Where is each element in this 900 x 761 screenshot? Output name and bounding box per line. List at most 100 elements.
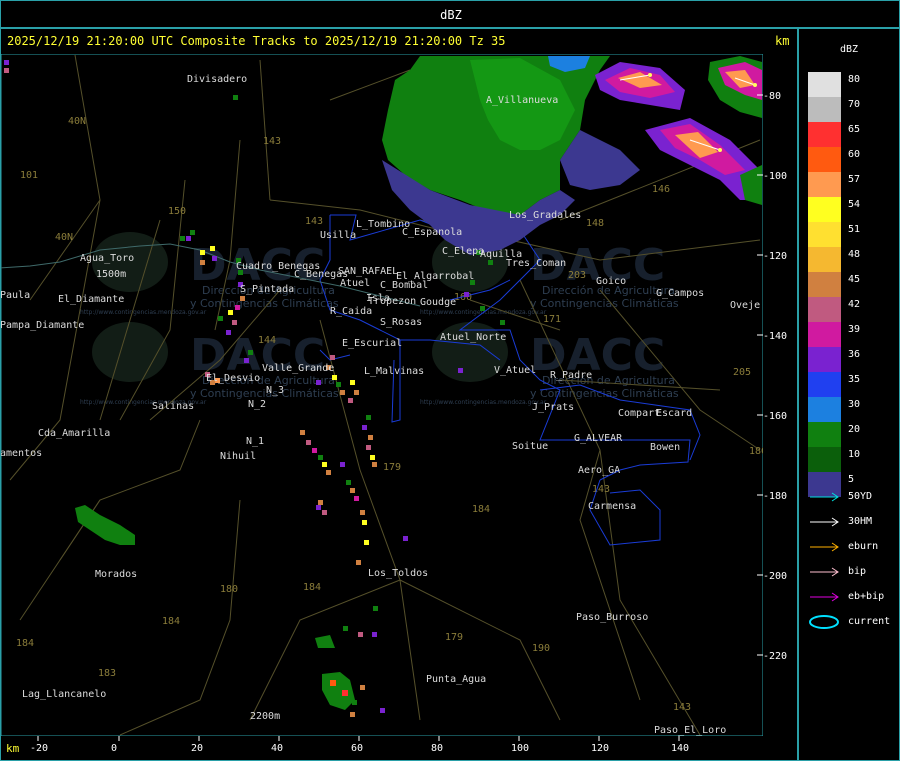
scale-value: 5	[848, 474, 855, 485]
echo-cell	[212, 256, 217, 261]
place-label: 2200m	[250, 711, 280, 722]
route-number: 40N	[55, 232, 73, 243]
route-number: 150	[168, 206, 186, 217]
scale-value: 39	[848, 324, 861, 335]
place-label: Goico	[596, 276, 626, 287]
scale-swatch	[808, 322, 841, 347]
echo-cell	[340, 462, 345, 467]
echo-cell	[210, 246, 215, 251]
scale-value: 51	[848, 224, 861, 235]
place-label: R_Caida	[330, 306, 372, 317]
echo-cell	[464, 292, 469, 297]
place-label: Salinas	[152, 401, 194, 412]
track-label: eburn	[848, 541, 879, 552]
scale-value: 36	[848, 349, 861, 360]
map-header: 2025/12/19 21:20:00 UTC Composite Tracks…	[7, 34, 506, 48]
y-axis-unit: km	[775, 34, 790, 48]
scale-value: 10	[848, 449, 861, 460]
track-label: eb+bip	[848, 591, 885, 602]
route-number: 101	[20, 170, 38, 181]
place-label: C_Elepa	[442, 246, 484, 257]
echo-cell	[403, 536, 408, 541]
scale-value: 45	[848, 274, 861, 285]
scale-value: 80	[848, 74, 861, 85]
place-label: Goudge	[420, 297, 456, 308]
track-label: bip	[848, 566, 867, 577]
place-label: Los_Toldos	[368, 568, 428, 579]
scale-value: 48	[848, 249, 861, 260]
echo-cell	[362, 520, 367, 525]
echo-cell	[356, 560, 361, 565]
echo-cell	[362, 425, 367, 430]
scale-value: 30	[848, 399, 861, 410]
route-number: 171	[543, 314, 561, 325]
echo-cell	[380, 708, 385, 713]
scale-swatch	[808, 347, 841, 372]
place-label: Tropezon	[368, 296, 416, 307]
place-label: S_Pintada	[240, 284, 294, 295]
y-tick-label: -100	[763, 171, 787, 182]
route-number: 184	[16, 638, 34, 649]
place-label: Usilla	[320, 230, 356, 241]
track-label: 50YD	[848, 491, 873, 502]
route-number: 143	[305, 216, 323, 227]
route-number: 160	[454, 292, 472, 303]
place-label: Paso_Burroso	[576, 612, 648, 623]
place-label: Punta_Agua	[426, 674, 486, 685]
place-label: Oveje	[730, 300, 760, 311]
echo-cell	[348, 398, 353, 403]
track-arrow-icon	[810, 567, 839, 577]
echo-cell	[340, 390, 345, 395]
place-label: Pampa_Diamante	[0, 320, 84, 331]
place-label: El_Diamante	[58, 294, 124, 305]
place-label: G_Campos	[656, 288, 704, 299]
echo-cell	[342, 690, 348, 696]
place-label: J_Prats	[532, 402, 574, 413]
place-label: A_Villanueva	[486, 95, 558, 106]
scale-swatch	[808, 397, 841, 422]
echo-cell	[372, 632, 377, 637]
echo-region	[75, 505, 135, 545]
echo-cell	[346, 480, 351, 485]
echo-cell	[330, 680, 336, 686]
scale-swatch	[808, 147, 841, 172]
scale-value: 60	[848, 149, 861, 160]
legend-title: dBZ	[840, 44, 859, 55]
route-number: 148	[586, 218, 604, 229]
y-tick-label: -140	[763, 331, 787, 342]
echo-cell	[368, 435, 373, 440]
echo-cell	[360, 510, 365, 515]
map-layer: DACCDirección de Agriculturay Contingenc…	[0, 54, 763, 736]
echo-cell	[228, 310, 233, 315]
y-tick-label: -80	[763, 91, 781, 102]
echo-cell	[343, 626, 348, 631]
place-label: Cda_Amarilla	[38, 428, 110, 439]
road	[9, 54, 101, 481]
echo-cell	[480, 306, 485, 311]
watermark-url: http://www.contingencias.mendoza.gov.ar	[420, 399, 547, 406]
scale-swatch	[808, 372, 841, 397]
place-label: Escard	[656, 408, 692, 419]
scale-value: 42	[848, 299, 861, 310]
department-boundary	[391, 340, 401, 423]
radar-map[interactable]: DACCDirección de Agriculturay Contingenc…	[0, 0, 900, 761]
echo-cell	[4, 60, 9, 65]
place-label: Paula	[0, 290, 30, 301]
place-label: Divisadero	[187, 74, 247, 85]
scale-swatch	[808, 197, 841, 222]
echo-region	[322, 672, 355, 710]
scale-swatch	[808, 172, 841, 197]
place-label: Aero_GA	[578, 465, 620, 476]
scale-swatch	[808, 422, 841, 447]
echo-cell	[350, 380, 355, 385]
place-label: C_Bombal	[380, 280, 428, 291]
echo-cell	[366, 415, 371, 420]
place-label: N_1	[246, 436, 264, 447]
route-number: 143	[673, 702, 691, 713]
place-label: SAN_RAFAEL	[338, 266, 398, 277]
route-number: 184	[303, 582, 321, 593]
place-label: Los_Gradales	[509, 210, 581, 221]
y-tick-label: -220	[763, 651, 787, 662]
current-ellipse-icon	[809, 615, 839, 629]
place-label: amentos	[0, 448, 42, 459]
